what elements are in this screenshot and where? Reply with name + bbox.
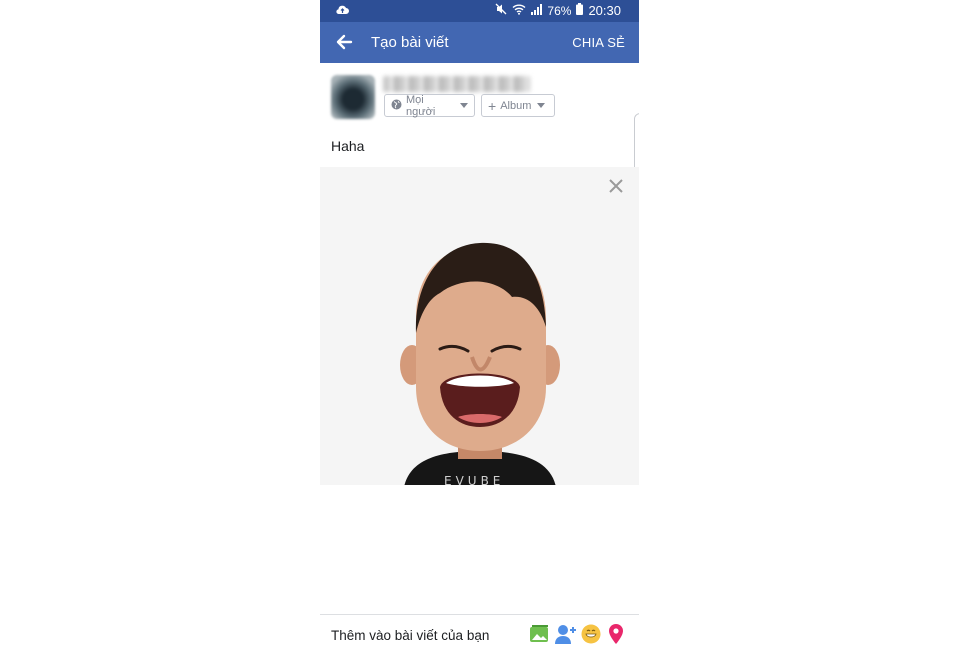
share-button[interactable]: CHIA SẺ <box>572 35 625 50</box>
audience-selector[interactable]: Mọi người <box>384 93 475 118</box>
location-icon[interactable] <box>607 624 627 644</box>
clock: 20:30 <box>588 3 621 18</box>
app-header: Tạo bài viết CHIA SẺ <box>320 22 639 63</box>
page-title: Tạo bài viết <box>371 34 449 51</box>
caret-down-icon <box>460 103 468 108</box>
caret-down-icon <box>537 103 546 108</box>
audience-label: Mọi người <box>406 93 436 118</box>
close-icon[interactable] <box>608 178 624 194</box>
status-icons: 76% 20:30 <box>495 3 621 18</box>
arrow-left-icon[interactable] <box>335 33 355 53</box>
album-label: Album <box>500 99 532 112</box>
add-to-post-bar[interactable]: Thêm vào bài viết của bạn <box>320 614 639 655</box>
feeling-icon[interactable] <box>581 624 601 644</box>
laughing-avatar-sticker: EVUBE <box>400 242 560 485</box>
battery-icon <box>576 3 584 18</box>
user-name-blurred <box>383 76 530 92</box>
signal-icon <box>531 3 543 18</box>
phone-screen: 76% 20:30 Tạo bài viết CHIA SẺ Mọi người… <box>320 0 639 655</box>
album-selector[interactable]: + Album <box>481 94 555 117</box>
tag-people-icon[interactable] <box>555 624 576 644</box>
attachment-preview: EVUBE <box>320 167 639 485</box>
add-to-post-icons <box>529 624 627 644</box>
status-bar: 76% 20:30 <box>320 0 639 22</box>
wifi-icon <box>512 3 526 18</box>
cloud-upload-icon <box>336 4 349 18</box>
battery-percent: 76% <box>547 3 572 18</box>
mute-icon <box>495 3 507 18</box>
photo-icon[interactable] <box>529 624 549 644</box>
svg-text:EVUBE: EVUBE <box>444 474 504 485</box>
post-text-input[interactable]: Haha <box>331 138 364 154</box>
globe-icon <box>391 99 402 113</box>
plus-icon: + <box>488 97 497 114</box>
avatar[interactable] <box>331 75 375 119</box>
add-to-post-label: Thêm vào bài viết của bạn <box>331 628 490 643</box>
